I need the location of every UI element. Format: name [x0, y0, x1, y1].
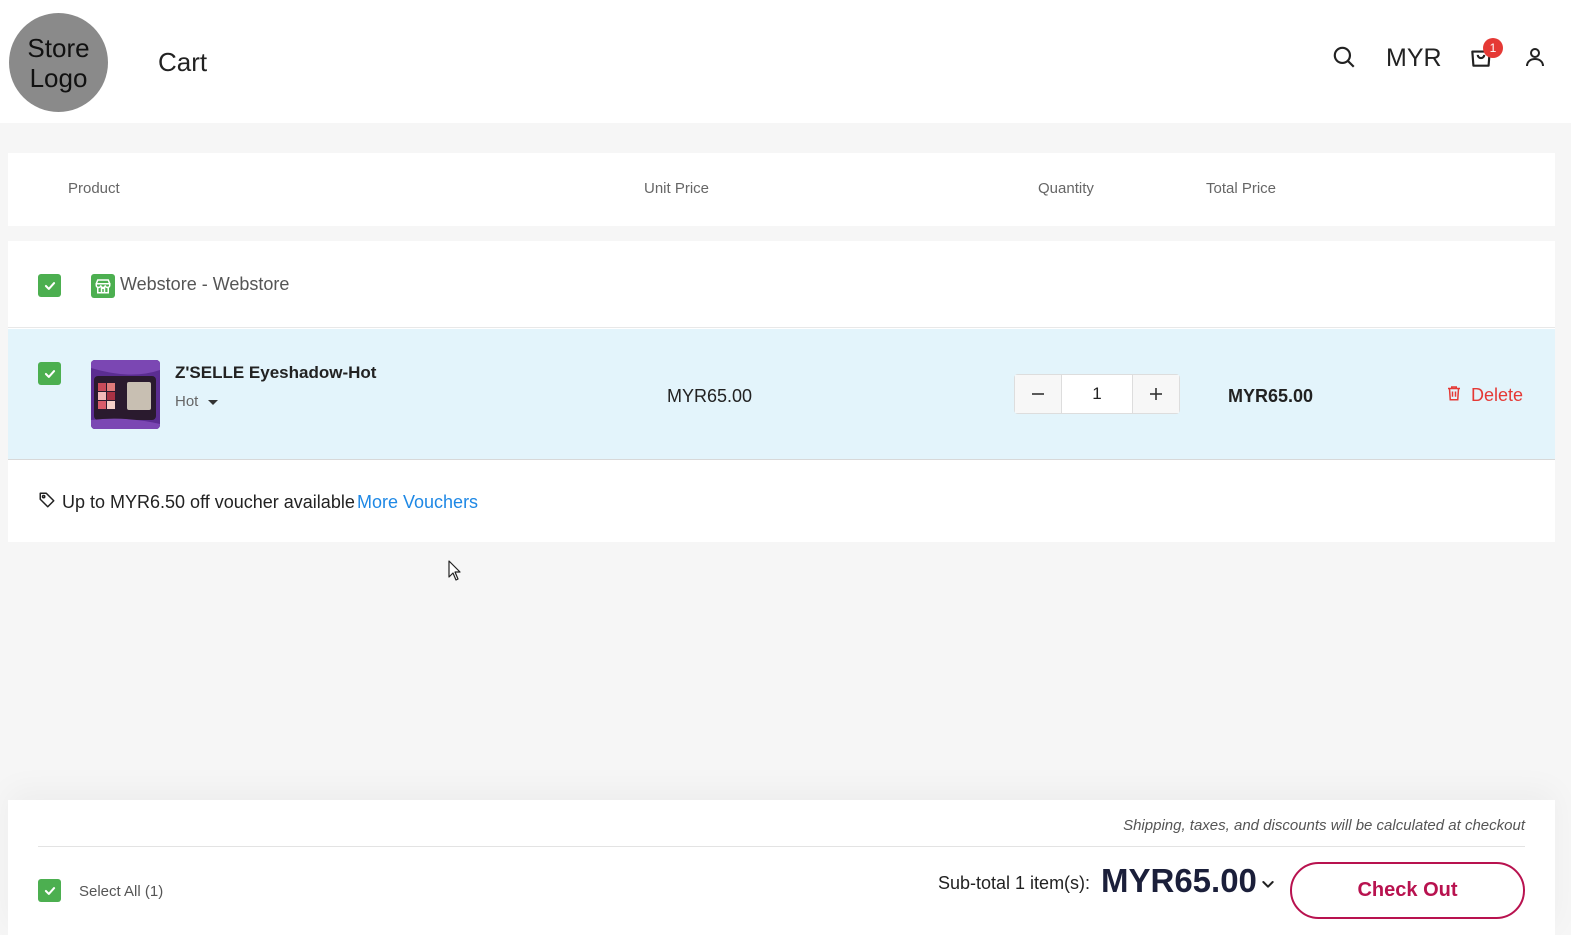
- item-checkbox[interactable]: [38, 362, 61, 385]
- footer-divider: [38, 846, 1525, 847]
- store-icon: [91, 274, 115, 298]
- item-total-price: MYR65.00: [1228, 386, 1314, 406]
- store-logo-text: Store Logo: [27, 32, 90, 93]
- cart-count-badge: 1: [1483, 38, 1503, 58]
- user-icon[interactable]: [1520, 42, 1550, 72]
- trash-icon: [1445, 383, 1463, 408]
- cart-table-header: Product Unit Price Quantity Total Price: [8, 153, 1555, 226]
- subtotal-amount: MYR65.00: [1101, 862, 1257, 899]
- header: Store Logo Cart MYR 1: [0, 0, 1571, 123]
- delete-label: Delete: [1471, 385, 1524, 405]
- chevron-down-icon[interactable]: [1258, 874, 1278, 894]
- delete-button[interactable]: Delete: [1445, 383, 1523, 408]
- column-unit-price: Unit Price: [644, 180, 710, 197]
- mouse-cursor-icon: [448, 560, 462, 587]
- column-total-price: Total Price: [1206, 180, 1277, 197]
- unit-price: MYR65.00: [667, 386, 753, 406]
- checkout-button[interactable]: Check Out: [1290, 862, 1525, 919]
- variant-label: Hot: [175, 393, 199, 410]
- product-thumbnail[interactable]: [91, 360, 160, 429]
- checkout-footer: Shipping, taxes, and discounts will be c…: [8, 800, 1555, 935]
- currency-selector[interactable]: MYR: [1386, 44, 1442, 73]
- store-checkbox[interactable]: [38, 274, 61, 297]
- store-logo[interactable]: Store Logo: [9, 13, 108, 112]
- voucher-text: Up to MYR6.50 off voucher available: [62, 492, 355, 512]
- tag-icon: [38, 491, 56, 514]
- shipping-note: Shipping, taxes, and discounts will be c…: [1123, 817, 1525, 834]
- store-section: Webstore - Webstore Z'SELLE Eyeshadow-Ho…: [8, 241, 1555, 542]
- variant-selector[interactable]: Hot: [175, 393, 219, 410]
- cart-item-row: Z'SELLE Eyeshadow-Hot Hot MYR65.00 1 MYR…: [8, 329, 1555, 460]
- decrease-quantity-button[interactable]: [1015, 375, 1061, 413]
- store-row: Webstore - Webstore: [8, 241, 1555, 328]
- column-quantity: Quantity: [1038, 180, 1094, 197]
- subtotal-label: Sub-total 1 item(s):: [938, 873, 1091, 893]
- caret-down-icon: [208, 400, 219, 405]
- voucher-info: Up to MYR6.50 off voucher available: [38, 491, 355, 514]
- quantity-input[interactable]: 1: [1061, 375, 1133, 413]
- voucher-row: Up to MYR6.50 off voucher available More…: [8, 461, 1555, 542]
- quantity-stepper: 1: [1014, 374, 1180, 414]
- column-product: Product: [68, 180, 120, 197]
- store-name[interactable]: Webstore - Webstore: [120, 274, 289, 295]
- more-vouchers-link[interactable]: More Vouchers: [357, 492, 478, 513]
- page-title: Cart: [158, 47, 208, 77]
- increase-quantity-button[interactable]: [1133, 375, 1179, 413]
- select-all-checkbox[interactable]: [38, 879, 61, 902]
- search-icon[interactable]: [1329, 42, 1359, 72]
- select-all-label[interactable]: Select All (1): [79, 883, 163, 900]
- product-name[interactable]: Z'SELLE Eyeshadow-Hot: [175, 363, 376, 383]
